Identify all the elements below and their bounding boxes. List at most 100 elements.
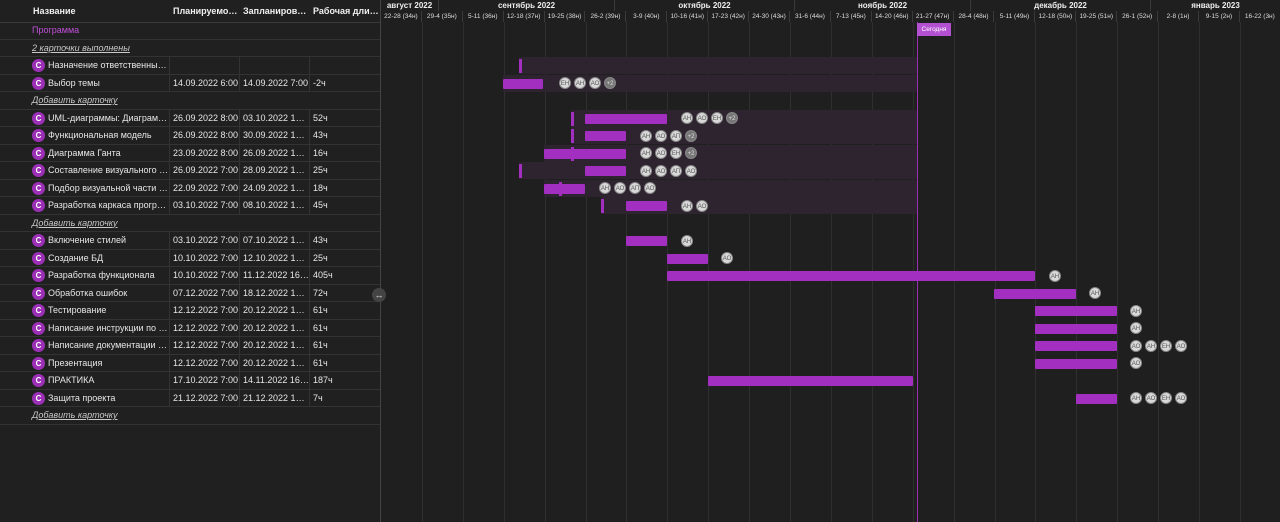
assignee-avatar[interactable]: АО [644,182,656,194]
assignee-avatar[interactable]: АО [655,164,667,177]
assignee-avatar[interactable]: АО [589,77,601,89]
task-name[interactable]: Создание БД [45,249,170,267]
task-name[interactable]: Разработка каркаса програм... [45,197,170,214]
task-bar[interactable] [667,253,708,264]
assignee-avatar[interactable]: АН [1130,322,1142,334]
table-row[interactable]: C UML-диаграммы: Диаграмма... 26.09.2022 8… [0,109,380,127]
task-bar[interactable] [1035,306,1117,316]
task-name[interactable]: Защита проекта [45,389,170,407]
assignee-avatar[interactable]: АО [696,199,708,212]
task-bar[interactable] [544,183,585,194]
table-row[interactable]: C Написание документации по... 12.12.2022 … [0,337,380,355]
assignee-avatar[interactable]: АО [1130,357,1142,369]
task-name[interactable]: Презентация [45,354,170,372]
assignee-avatar[interactable]: АН [640,129,652,142]
assignee-avatar[interactable]: АН [681,234,693,247]
table-row[interactable]: C Написание инструкции по по... 12.12.2022… [0,319,380,337]
task-name[interactable]: ПРАКТИКА [45,372,170,389]
assignee-avatar[interactable]: АО [614,182,626,194]
add-card-link[interactable]: Добавить карточку [32,215,118,232]
assignee-avatar[interactable]: АО [1130,339,1142,352]
assignee-avatar[interactable]: АП [670,129,682,142]
assignee-avatar[interactable]: АО [1145,392,1157,404]
assignee-avatar[interactable]: АП [629,182,641,194]
program-label[interactable]: Программа [32,22,79,39]
task-bar[interactable] [994,288,1076,299]
table-row[interactable]: C Функциональная модель 26.09.2022 8:00 30.… [0,127,380,145]
task-bar[interactable] [1035,358,1117,369]
task-bar[interactable] [503,78,543,89]
col-name-header[interactable]: Название [30,0,170,22]
assignee-avatar[interactable]: АО [1175,392,1187,404]
assignee-avatar[interactable]: АП [670,164,682,177]
task-bar[interactable] [1076,393,1117,404]
table-row[interactable]: C Включение стилей 03.10.2022 7:00 07.10.20… [0,232,380,250]
add-card-link[interactable]: Добавить карточку [32,407,118,424]
task-name[interactable]: Разработка функционала [45,267,170,284]
assignee-avatar[interactable]: АО [1175,339,1187,352]
table-row[interactable]: C Тестирование 12.12.2022 7:00 20.12.2022 1… [0,302,380,320]
assignee-avatar[interactable]: АН [1130,304,1142,317]
task-name[interactable]: Диаграмма Ганта [45,144,170,162]
add-card-row[interactable]: Добавить карточку [0,215,380,232]
program-row[interactable]: Программа [0,22,380,40]
task-name[interactable]: Составление визуального ма... [45,162,170,179]
task-name[interactable]: Обработка ошибок [45,284,170,302]
assignee-avatar[interactable]: АО [696,112,708,124]
task-bar[interactable] [667,271,1035,281]
task-bar[interactable] [544,148,626,159]
col-scheduled-header[interactable]: Запланирован... [240,0,310,22]
assignee-avatar[interactable]: АН [1049,269,1061,282]
assignee-avatar[interactable]: ЕН [670,147,682,159]
assignee-avatar[interactable]: АН [681,199,693,212]
col-planned-header[interactable]: Планируемое н... [170,0,240,22]
assignee-avatar[interactable]: АН [574,77,586,89]
done-cards-link[interactable]: 2 карточки выполнены [32,40,130,57]
task-name[interactable]: UML-диаграммы: Диаграмма... [45,109,170,127]
table-row[interactable]: C Подбор визуальной части са... 22.09.2022… [0,179,380,197]
assignee-avatar[interactable]: АН [681,112,693,124]
task-name[interactable]: Выбор темы [45,74,170,92]
assignee-avatar[interactable]: ЕН [1160,392,1172,404]
task-name[interactable]: Назначение ответственных н... [45,57,170,74]
task-name[interactable]: Функциональная модель [45,127,170,144]
assignee-avatar[interactable]: АН [640,164,652,177]
done-cards-row[interactable]: 2 карточки выполнены [0,40,380,57]
more-assignees-badge[interactable]: +2 [685,147,697,159]
assignee-avatar[interactable]: АН [640,147,652,159]
add-card-row[interactable]: Добавить карточку [0,92,380,110]
table-row[interactable]: C Диаграмма Ганта 23.09.2022 8:00 26.09.202… [0,144,380,162]
table-row[interactable]: C Выбор темы 14.09.2022 6:00 14.09.2022 7:0… [0,74,380,92]
assignee-avatar[interactable]: АО [721,252,733,264]
add-card-link[interactable]: Добавить карточку [32,92,118,109]
resize-handle-icon[interactable]: ↔ [372,288,386,302]
task-name[interactable]: Написание документации по... [45,337,170,354]
task-name[interactable]: Включение стилей [45,232,170,249]
table-row[interactable]: C Создание БД 10.10.2022 7:00 12.10.2022 16… [0,249,380,267]
assignee-avatar[interactable]: АН [599,182,611,194]
table-row[interactable]: C Назначение ответственных н... [0,57,380,75]
table-row[interactable]: C Презентация 12.12.2022 7:00 20.12.2022 16… [0,354,380,372]
assignee-avatar[interactable]: АН [1130,392,1142,404]
col-duration-header[interactable]: Рабочая длите... [310,0,380,22]
table-row[interactable]: C Составление визуального ма... 26.09.2022… [0,162,380,180]
assignee-avatar[interactable]: ЕН [1160,339,1172,352]
assignee-avatar[interactable]: ЕН [711,112,723,124]
table-row[interactable]: C Защита проекта 21.12.2022 7:00 21.12.2022… [0,389,380,407]
more-assignees-badge[interactable]: +2 [604,77,616,89]
task-bar[interactable] [626,201,667,211]
task-name[interactable]: Тестирование [45,302,170,319]
task-bar[interactable] [1035,323,1117,334]
assignee-avatar[interactable]: АО [655,129,667,142]
more-assignees-badge[interactable]: +2 [685,129,697,142]
more-assignees-badge[interactable]: +2 [726,112,738,124]
assignee-avatar[interactable]: АО [655,147,667,159]
table-row[interactable]: C Разработка функционала 10.10.2022 7:00 11… [0,267,380,285]
task-bar[interactable] [626,236,667,246]
task-name[interactable]: Подбор визуальной части са... [45,179,170,197]
table-row[interactable]: C ПРАКТИКА 17.10.2022 7:00 14.11.2022 16:00… [0,372,380,390]
task-bar[interactable] [585,166,626,176]
task-bar[interactable] [585,113,667,124]
task-bar[interactable] [708,376,913,386]
task-bar[interactable] [1035,341,1117,351]
